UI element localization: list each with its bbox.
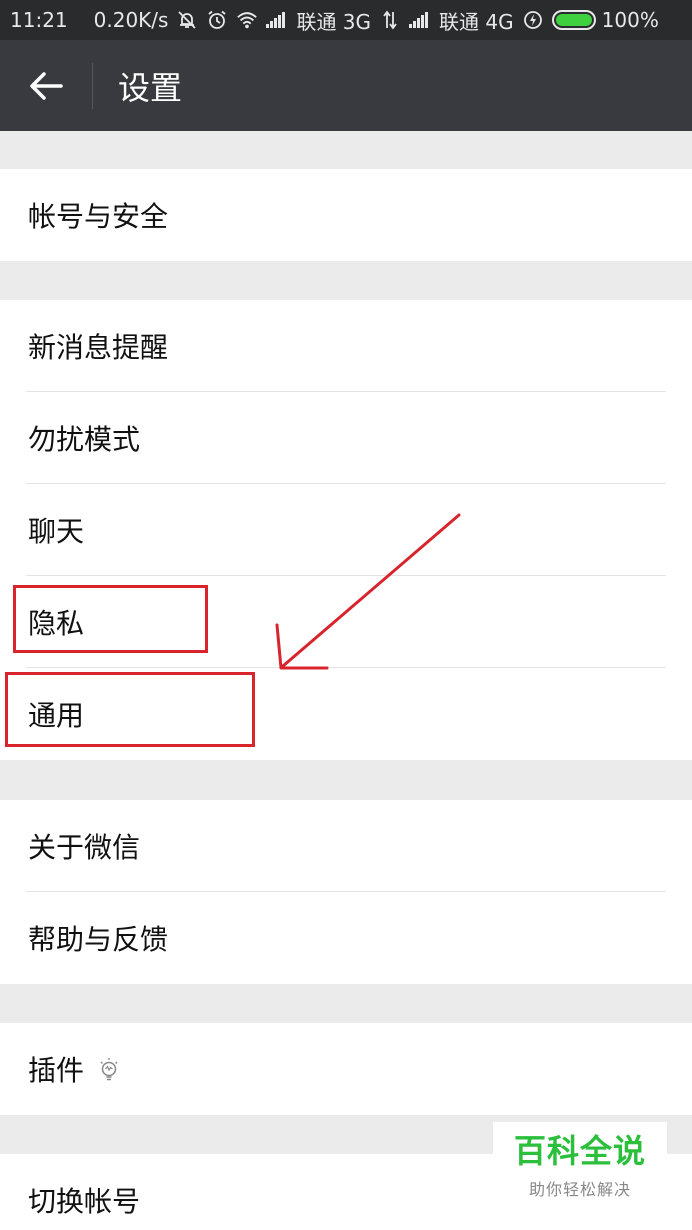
watermark-logo: 百科全说 助你轻松解决	[493, 1122, 667, 1204]
annotation-arrow-icon	[275, 513, 461, 670]
watermark-subtitle: 助你轻松解决	[528, 1180, 631, 1199]
watermark-title: 百科全说	[513, 1132, 646, 1170]
